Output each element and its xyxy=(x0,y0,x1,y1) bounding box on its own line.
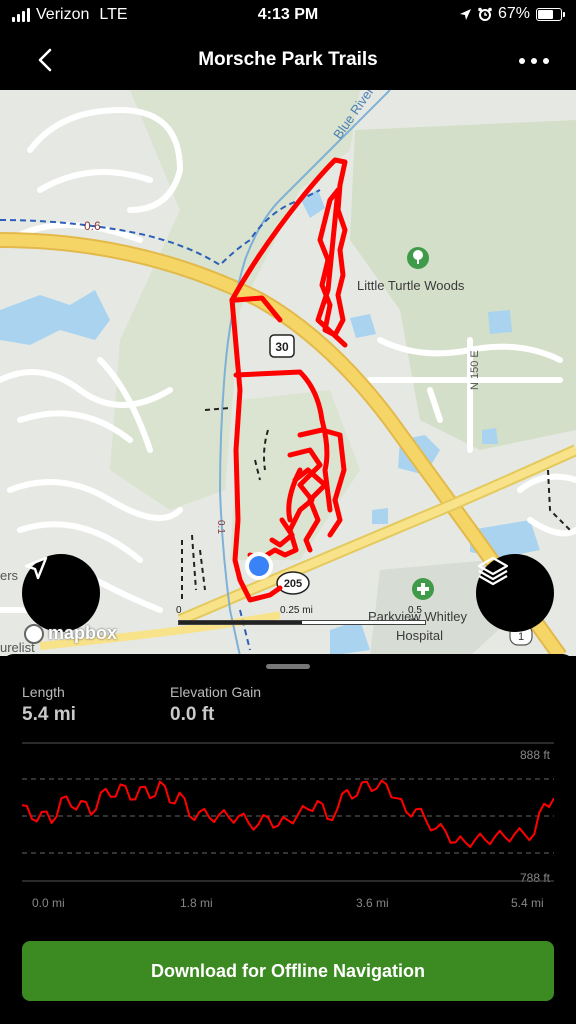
trail-number-label: 0.1 xyxy=(215,520,226,534)
mapbox-label: mapbox xyxy=(48,623,118,643)
scale-mid: 0.25 mi xyxy=(280,605,313,616)
locate-me-button[interactable] xyxy=(22,554,100,632)
elevation-chart[interactable] xyxy=(22,742,554,882)
nav-bar: Morsche Park Trails xyxy=(0,32,576,90)
navigation-arrow-icon xyxy=(24,556,48,580)
route-30-label: 30 xyxy=(275,340,289,354)
battery-icon xyxy=(536,7,565,21)
x-tick-1: 1.8 mi xyxy=(180,896,213,910)
dashed-distance-label: 0.6 xyxy=(84,219,101,233)
x-tick-2: 3.6 mi xyxy=(356,896,389,910)
trail-details-sheet: Length 5.4 mi Elevation Gain 0.0 ft 888 … xyxy=(0,654,576,1024)
length-value: 5.4 mi xyxy=(22,704,76,725)
layers-icon xyxy=(477,556,509,586)
current-location-dot xyxy=(249,556,269,576)
elevation-gain-value: 0.0 ft xyxy=(170,704,215,725)
page-title: Morsche Park Trails xyxy=(198,49,378,70)
x-tick-0: 0.0 mi xyxy=(32,896,65,910)
scale-zero: 0 xyxy=(176,605,182,616)
scale-bar xyxy=(178,620,426,625)
route-205-label: 205 xyxy=(284,578,302,590)
sheet-drag-handle[interactable] xyxy=(266,664,310,669)
mapbox-logo-icon xyxy=(24,623,44,644)
elevation-gain-label: Elevation Gain xyxy=(170,684,262,700)
poi-hospital-line2[interactable]: Hospital xyxy=(396,628,443,643)
alarm-icon xyxy=(478,7,492,21)
park-poi-icon xyxy=(407,247,429,269)
location-arrow-icon xyxy=(459,8,471,20)
x-tick-3: 5.4 mi xyxy=(511,896,544,910)
more-button[interactable] xyxy=(514,40,554,80)
status-right: 67% xyxy=(459,5,565,23)
trail-map[interactable]: 30 205 1 Blue River 0.6 N 150 E 0.1 ers … xyxy=(0,90,576,656)
hospital-poi-icon xyxy=(412,578,434,600)
elevation-series-line xyxy=(22,779,554,848)
length-label: Length xyxy=(22,684,65,700)
status-bar: Verizon LTE 4:13 PM 67% xyxy=(0,0,576,32)
route-1-label: 1 xyxy=(518,631,524,643)
poi-little-turtle-woods[interactable]: Little Turtle Woods xyxy=(357,278,464,293)
map-layers-button[interactable] xyxy=(476,554,554,632)
mapbox-attribution[interactable]: mapbox xyxy=(24,623,117,644)
download-offline-button[interactable]: Download for Offline Navigation xyxy=(22,941,554,1001)
battery-percent: 67% xyxy=(497,5,530,22)
ellipsis-icon xyxy=(519,58,549,64)
road-n150e-label: N 150 E xyxy=(469,350,481,390)
side-text-label: ers xyxy=(0,568,19,583)
